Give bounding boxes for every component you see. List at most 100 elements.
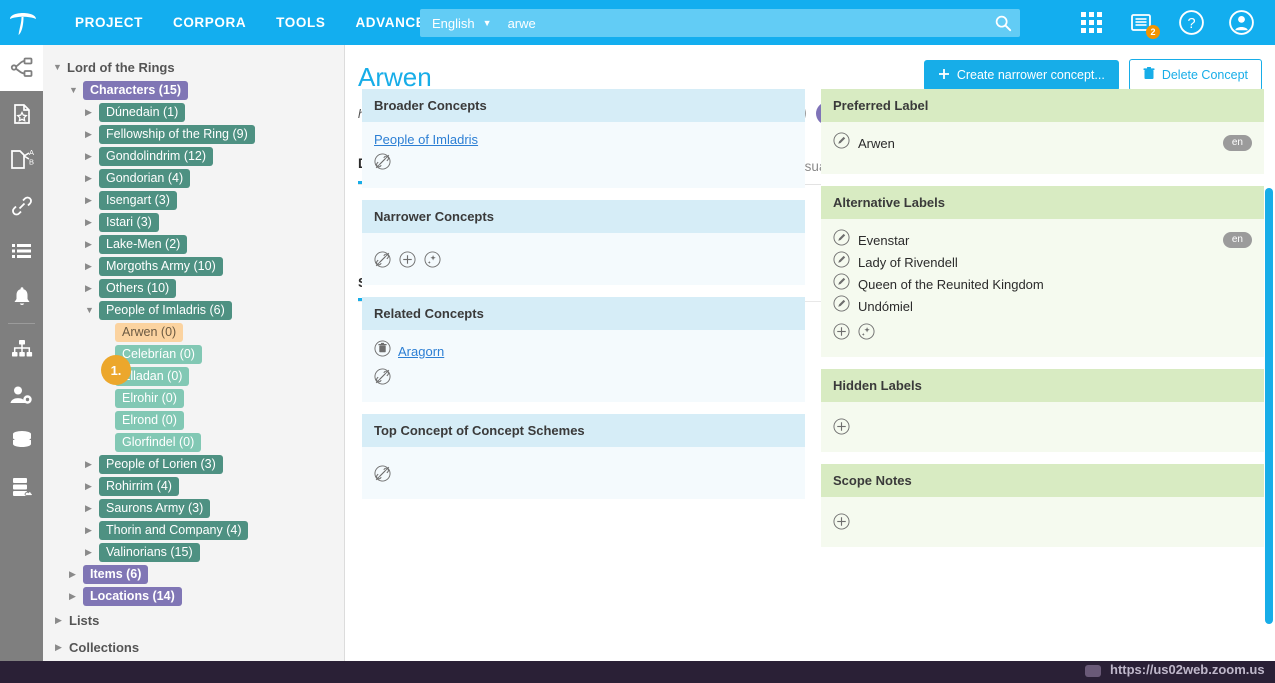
tree-root-row[interactable]: ▼ Lord of the Rings	[43, 55, 344, 79]
rail-item-notifications[interactable]	[0, 275, 43, 321]
chevron-right-icon[interactable]: ▶	[85, 525, 99, 536]
concept-link[interactable]: Aragorn	[398, 344, 444, 359]
tree-row[interactable]: ▶Others (10)	[43, 277, 344, 299]
sparkle-circle-icon[interactable]	[424, 251, 441, 273]
search-language-label[interactable]: English	[432, 16, 475, 31]
tree-row[interactable]: ▶Gondorian (4)	[43, 167, 344, 189]
chevron-right-icon[interactable]: ▶	[85, 129, 99, 140]
tree-row[interactable]: ▶Elladan (0)	[43, 365, 344, 387]
tree-node-gondorian[interactable]: Gondorian (4)	[99, 169, 190, 188]
chevron-right-icon[interactable]: ▶	[85, 173, 99, 184]
chevron-down-icon[interactable]: ▼	[85, 305, 99, 315]
chevron-down-icon[interactable]: ▼	[69, 85, 83, 95]
tree-node-people-of-imladris[interactable]: People of Imladris (6)	[99, 301, 232, 320]
tree-node-elrond[interactable]: Elrond (0)	[115, 411, 184, 430]
tree-row[interactable]: ▶Isengart (3)	[43, 189, 344, 211]
tree-row[interactable]: ▶Dúnedain (1)	[43, 101, 344, 123]
tree-root-label[interactable]: Lord of the Rings	[67, 60, 175, 75]
tree-row[interactable]: ▶Lake-Men (2)	[43, 233, 344, 255]
tree-node-locations[interactable]: Locations (14)	[83, 587, 182, 606]
link-slash-icon[interactable]	[374, 465, 391, 487]
content-scrollbar[interactable]	[1265, 188, 1273, 624]
chevron-right-icon[interactable]: ▶	[55, 615, 69, 626]
chevron-right-icon[interactable]: ▶	[69, 569, 83, 580]
chevron-right-icon[interactable]: ▶	[85, 195, 99, 206]
tree-row[interactable]: ▼People of Imladris (6)	[43, 299, 344, 321]
tree-node-saurons-army[interactable]: Saurons Army (3)	[99, 499, 210, 518]
plus-circle-icon[interactable]	[833, 418, 850, 440]
tree-node-rohirrim[interactable]: Rohirrim (4)	[99, 477, 179, 496]
tree-row[interactable]: ▶Locations (14)	[43, 585, 344, 607]
plus-circle-icon[interactable]	[833, 513, 850, 535]
tree-node-morgoths-army[interactable]: Morgoths Army (10)	[99, 257, 223, 276]
tree-node-collections[interactable]: Collections	[69, 640, 139, 655]
tree-row[interactable]: ▶Valinorians (15)	[43, 541, 344, 563]
rail-item-user-admin[interactable]	[0, 372, 43, 418]
tree-row[interactable]: ▶Elrond (0)	[43, 409, 344, 431]
plus-circle-icon[interactable]	[399, 251, 416, 273]
app-logo[interactable]	[0, 0, 46, 45]
plus-circle-icon[interactable]	[833, 323, 850, 345]
chevron-right-icon[interactable]: ▶	[85, 283, 99, 294]
help-circle-icon[interactable]: ?	[1175, 7, 1207, 39]
tree-node-elrohir[interactable]: Elrohir (0)	[115, 389, 184, 408]
tree-row[interactable]: ▶Saurons Army (3)	[43, 497, 344, 519]
tree-node-glorfindel[interactable]: Glorfindel (0)	[115, 433, 201, 452]
link-slash-icon[interactable]	[374, 368, 391, 390]
tree-node-characters[interactable]: Characters (15)	[83, 81, 188, 100]
tree-row[interactable]: ▶Rohirrim (4)	[43, 475, 344, 497]
rail-item-document-extract[interactable]: A B	[0, 137, 43, 183]
tree-row[interactable]: ▶Thorin and Company (4)	[43, 519, 344, 541]
edit-circle-icon[interactable]	[833, 251, 850, 273]
apps-grid-icon[interactable]	[1075, 7, 1107, 39]
chevron-right-icon[interactable]: ▶	[85, 107, 99, 118]
delete-circle-icon[interactable]	[374, 340, 391, 362]
tree-node-items[interactable]: Items (6)	[83, 565, 148, 584]
nav-tools[interactable]: TOOLS	[261, 0, 340, 45]
link-slash-icon[interactable]	[374, 251, 391, 273]
edit-circle-icon[interactable]	[833, 295, 850, 317]
tree-node-gondolindrim[interactable]: Gondolindrim (12)	[99, 147, 213, 166]
tree-row[interactable]: ▶Istari (3)	[43, 211, 344, 233]
tree-row[interactable]: ▶Glorfindel (0)	[43, 431, 344, 453]
tree-row[interactable]: ▶Gondolindrim (12)	[43, 145, 344, 167]
edit-circle-icon[interactable]	[833, 229, 850, 251]
tree-node-arwen[interactable]: Arwen (0)	[115, 323, 183, 342]
tree-row[interactable]: ▶Collections	[43, 634, 344, 661]
tree-row[interactable]: ▶Elrohir (0)	[43, 387, 344, 409]
tree-row[interactable]: ▼Characters (15)	[43, 79, 344, 101]
sparkle-circle-icon[interactable]	[858, 323, 875, 345]
edit-circle-icon[interactable]	[833, 273, 850, 295]
tree-node-people-of-lorien[interactable]: People of Lorien (3)	[99, 455, 223, 474]
chevron-right-icon[interactable]: ▶	[85, 261, 99, 272]
tree-node-valinorians[interactable]: Valinorians (15)	[99, 543, 200, 562]
notes-icon[interactable]: 2	[1125, 7, 1157, 39]
tree-node-lake-men[interactable]: Lake-Men (2)	[99, 235, 187, 254]
chevron-right-icon[interactable]: ▶	[85, 481, 99, 492]
create-narrower-concept-button[interactable]: Create narrower concept...	[924, 60, 1119, 91]
nav-corpora[interactable]: CORPORA	[158, 0, 261, 45]
tree-node-thorin-and-company[interactable]: Thorin and Company (4)	[99, 521, 248, 540]
chevron-down-icon[interactable]: ▼	[483, 18, 492, 28]
user-circle-icon[interactable]	[1225, 7, 1257, 39]
chevron-right-icon[interactable]: ▶	[55, 642, 69, 653]
rail-item-project-graph[interactable]	[0, 45, 43, 91]
chevron-right-icon[interactable]: ▶	[85, 459, 99, 470]
tree-node-istari[interactable]: Istari (3)	[99, 213, 159, 232]
chevron-right-icon[interactable]: ▶	[85, 503, 99, 514]
rail-item-database[interactable]	[0, 418, 43, 464]
concept-link[interactable]: People of Imladris	[374, 132, 478, 147]
tree-row[interactable]: ▶Fellowship of the Ring (9)	[43, 123, 344, 145]
tree-row[interactable]: ▶Lists	[43, 607, 344, 634]
tree-node-fellowship-of-the-ring[interactable]: Fellowship of the Ring (9)	[99, 125, 255, 144]
tree-node-others[interactable]: Others (10)	[99, 279, 176, 298]
rail-item-link[interactable]	[0, 183, 43, 229]
chevron-right-icon[interactable]: ▶	[85, 217, 99, 228]
delete-concept-button[interactable]: Delete Concept	[1129, 59, 1262, 91]
search-input[interactable]	[506, 15, 986, 32]
tree-node-dunedain[interactable]: Dúnedain (1)	[99, 103, 185, 122]
tree-row[interactable]: ▶Celebrían (0)	[43, 343, 344, 365]
link-slash-icon[interactable]	[374, 153, 391, 175]
tree-row[interactable]: ▶People of Lorien (3)	[43, 453, 344, 475]
chevron-right-icon[interactable]: ▶	[85, 239, 99, 250]
